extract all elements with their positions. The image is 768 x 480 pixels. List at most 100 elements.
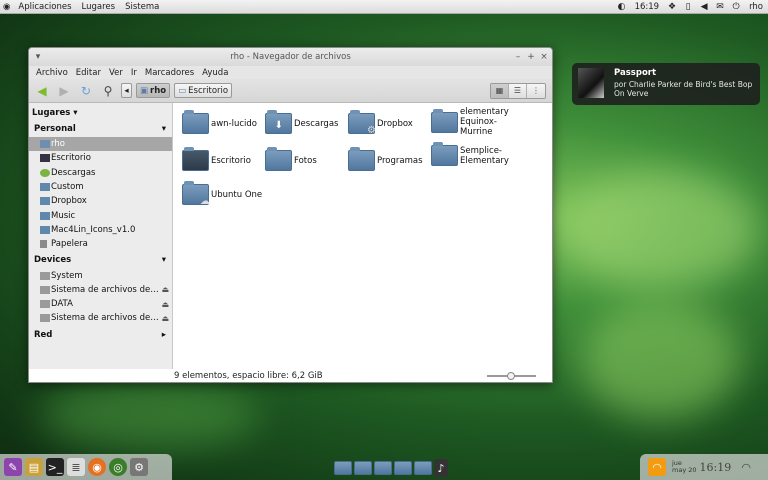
sidebar-item-label: Mac4Lin_Icons_v1.0 — [51, 224, 136, 235]
folder-icon — [40, 225, 50, 234]
file-item-descargas[interactable]: ⬇ Descargas — [265, 110, 351, 134]
download-arrow-icon: ⬇ — [274, 120, 283, 131]
firefox-icon[interactable]: ◉ — [88, 458, 106, 476]
file-item-awn-lucido[interactable]: awn-lucido — [182, 110, 268, 134]
sidebar-item-label: Papelera — [51, 239, 88, 250]
desktop-folder-icon — [40, 154, 50, 163]
wallpaper-highlight — [40, 380, 260, 450]
folder-icon — [182, 110, 209, 134]
settings-icon[interactable]: ⚙ — [130, 458, 148, 476]
maximize-button[interactable]: + — [525, 51, 537, 63]
breadcrumb-rho-label: rho — [150, 85, 167, 96]
notification-title: Passport — [614, 68, 657, 78]
file-item-elementary[interactable]: elementary Equinox-Murrine — [431, 107, 517, 137]
places-dropdown[interactable]: Lugares ▾ — [29, 106, 172, 120]
sidebar: Lugares ▾ Personal ▾ rho Escritorio Desc… — [29, 103, 173, 382]
terminal-icon[interactable]: >_ — [46, 458, 64, 476]
icon-view-icon[interactable]: ▦ — [491, 83, 509, 98]
downloads-folder-icon[interactable] — [334, 461, 352, 475]
menu-lugares[interactable]: Lugares — [77, 0, 121, 14]
menu-marcadores[interactable]: Marcadores — [141, 68, 198, 78]
dock-clock[interactable]: jue may 20 16:19 — [672, 460, 731, 474]
collapse-icon: ▾ — [161, 255, 166, 266]
sidebar-item-descargas[interactable]: Descargas — [29, 166, 172, 180]
folder-icon[interactable] — [394, 461, 412, 475]
breadcrumb-left-arrow[interactable]: ◂ — [121, 83, 132, 98]
folder-icon — [40, 211, 50, 220]
menu-editar[interactable]: Editar — [72, 68, 105, 78]
sidebar-item-mac4lin[interactable]: Mac4Lin_Icons_v1.0 — [29, 223, 172, 237]
folder-icon[interactable] — [354, 461, 372, 475]
file-item-dropbox[interactable]: ⚙ Dropbox — [348, 110, 434, 136]
file-item-fotos[interactable]: Fotos — [265, 147, 351, 171]
power-icon[interactable]: ⏻ — [728, 0, 744, 14]
breadcrumb-escritorio-label: Escritorio — [188, 85, 229, 96]
list-view-icon[interactable]: ☰ — [509, 83, 527, 98]
wifi-icon[interactable]: ◠ — [737, 458, 755, 476]
folder-icon[interactable] — [374, 461, 392, 475]
menu-archivo[interactable]: Archivo — [32, 68, 72, 78]
text-editor-icon[interactable]: ≣ — [67, 458, 85, 476]
sidebar-item-fs-21gb[interactable]: Sistema de archivos de 21 GB ⏏ — [29, 283, 172, 297]
sidebar-item-label: System — [51, 270, 83, 281]
zoom-slider[interactable] — [487, 372, 536, 380]
zoom-slider-knob[interactable] — [507, 372, 515, 380]
sidebar-item-music[interactable]: Music — [29, 208, 172, 222]
section-devices[interactable]: Devices ▾ — [29, 253, 172, 268]
forward-icon[interactable]: ▶ — [55, 82, 73, 100]
rss-icon[interactable]: ◠ — [648, 458, 666, 476]
ubuntu-logo-icon[interactable]: ◉ — [0, 0, 13, 14]
back-icon[interactable]: ◀ — [33, 82, 51, 100]
sidebar-item-papelera[interactable]: Papelera — [29, 237, 172, 251]
archive-icon[interactable]: ▤ — [25, 458, 43, 476]
breadcrumb-rho[interactable]: ▣ rho — [136, 83, 171, 98]
menu-ayuda[interactable]: Ayuda — [198, 68, 232, 78]
file-item-semplice[interactable]: Semplice-Elementary — [431, 142, 517, 166]
sidebar-item-label: Dropbox — [51, 196, 87, 207]
menu-sistema[interactable]: Sistema — [120, 0, 164, 14]
cloud-icon: ☁ — [200, 196, 210, 207]
volume-icon[interactable]: ◀ — [696, 0, 712, 14]
section-personal[interactable]: Personal ▾ — [29, 122, 172, 137]
eject-icon[interactable]: ⏏ — [161, 285, 169, 294]
compact-view-icon[interactable]: ⋮ — [527, 83, 545, 98]
notification-body: por Charlie Parker de Bird's Best Bop On… — [614, 80, 753, 98]
sidebar-item-custom[interactable]: Custom — [29, 180, 172, 194]
sidebar-item-data[interactable]: DATA ⏏ — [29, 297, 172, 311]
content-area: Lugares ▾ Personal ▾ rho Escritorio Desc… — [29, 103, 552, 382]
minimize-button[interactable]: – — [512, 51, 524, 63]
search-icon[interactable]: ⚲ — [99, 82, 117, 100]
sidebar-item-rho[interactable]: rho — [29, 137, 172, 152]
battery-icon[interactable]: ▯ — [680, 0, 696, 14]
sidebar-item-system[interactable]: System — [29, 268, 172, 282]
music-player-icon[interactable]: ♪ — [434, 459, 448, 477]
section-red[interactable]: Red ▸ — [29, 328, 172, 343]
menu-ir[interactable]: Ir — [127, 68, 141, 78]
user-name[interactable]: rho — [744, 0, 768, 14]
menu-aplicaciones[interactable]: Aplicaciones — [13, 0, 76, 14]
file-item-escritorio[interactable]: Escritorio — [182, 147, 268, 171]
sidebar-item-dropbox[interactable]: Dropbox — [29, 194, 172, 208]
menu-ver[interactable]: Ver — [105, 68, 127, 78]
reload-icon[interactable]: ↻ — [77, 82, 95, 100]
pencil-icon[interactable]: ✎ — [4, 458, 22, 476]
folder-icon: ⚙ — [348, 110, 376, 136]
breadcrumb-escritorio[interactable]: ▭ Escritorio — [174, 83, 233, 98]
file-view: awn-lucido ⬇ Descargas ⚙ Dropbox element… — [173, 103, 552, 382]
eject-icon[interactable]: ⏏ — [161, 314, 169, 323]
folder-icon[interactable] — [414, 461, 432, 475]
titlebar[interactable]: ▾ rho - Navegador de archivos – + × — [29, 48, 552, 66]
desktop-folder-icon — [182, 147, 209, 171]
panel-clock[interactable]: 16:19 — [630, 0, 665, 14]
music-player-icon[interactable]: ◐ — [614, 0, 630, 14]
close-button[interactable]: × — [538, 51, 550, 63]
web-globe-icon[interactable]: ◎ — [109, 458, 127, 476]
file-item-programas[interactable]: Programas — [348, 147, 434, 171]
section-red-title: Red — [34, 329, 53, 340]
file-item-ubuntu-one[interactable]: ☁ Ubuntu One — [182, 181, 268, 207]
dropbox-icon[interactable]: ❖ — [664, 0, 680, 14]
eject-icon[interactable]: ⏏ — [161, 300, 169, 309]
sidebar-item-escritorio[interactable]: Escritorio — [29, 151, 172, 165]
sidebar-item-fs-2gb[interactable]: Sistema de archivos de 2,0 ... ⏏ — [29, 311, 172, 325]
mail-icon[interactable]: ✉ — [712, 0, 728, 14]
